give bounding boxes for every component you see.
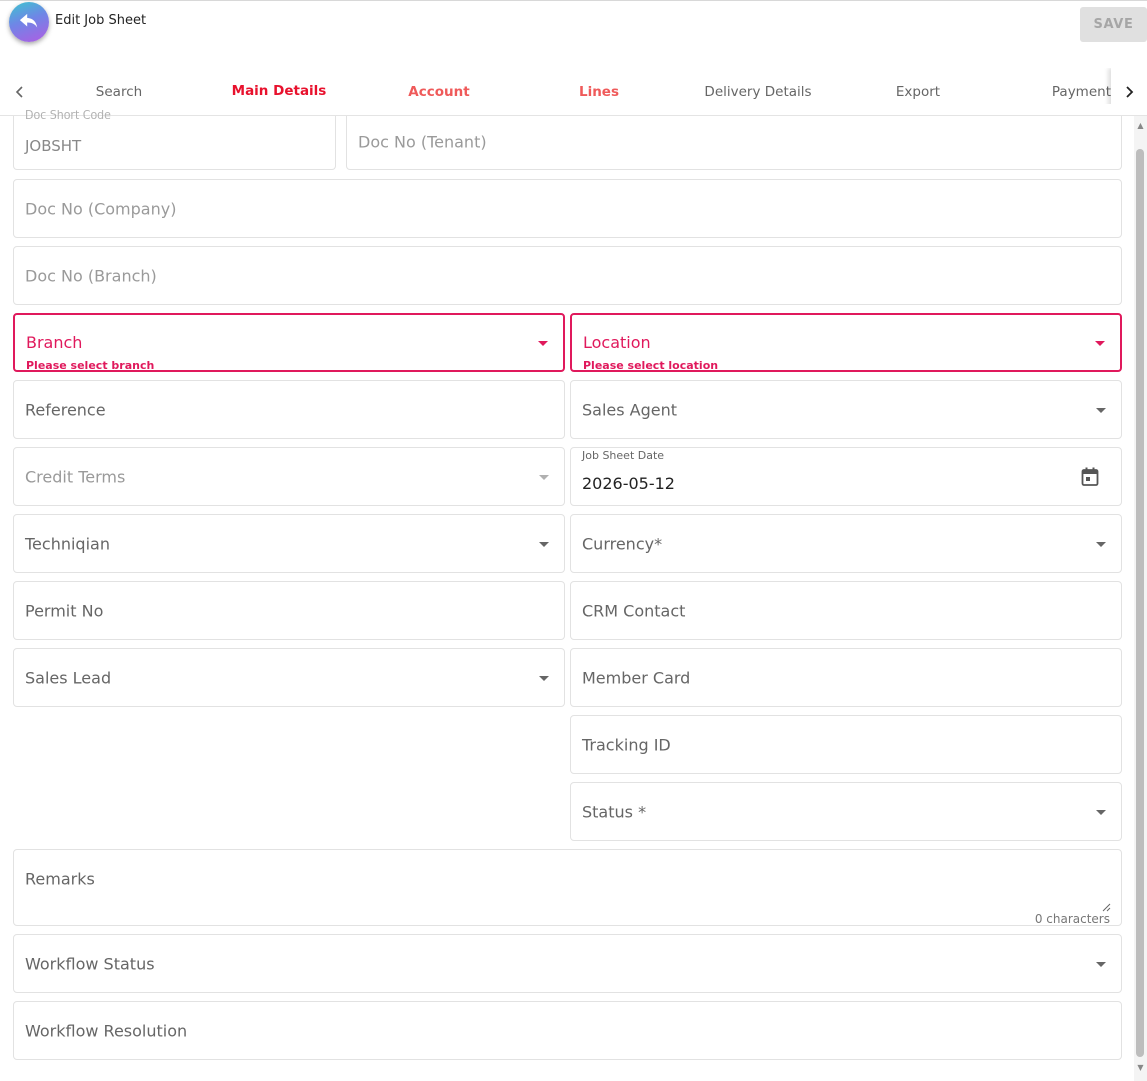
location-label: Location <box>583 333 651 352</box>
chevron-down-icon <box>1096 407 1106 413</box>
chevron-right-icon <box>1126 85 1134 98</box>
workflow-resolution-label: Workflow Resolution <box>25 1021 188 1040</box>
crm-contact-label: CRM Contact <box>582 601 686 620</box>
tab-divider <box>0 115 1133 116</box>
tracking-id-field[interactable]: Tracking ID <box>570 715 1122 774</box>
status-label: Status * <box>582 802 647 821</box>
remarks-label: Remarks <box>25 869 95 889</box>
reference-label: Reference <box>25 400 106 419</box>
page-title: Edit Job Sheet <box>55 13 147 28</box>
back-button[interactable] <box>9 2 49 42</box>
sales-lead-label: Sales Lead <box>25 668 112 687</box>
status-select[interactable]: Status * <box>570 782 1122 841</box>
job-sheet-date-label: Job Sheet Date <box>582 449 665 462</box>
undo-arrow-icon <box>19 13 38 28</box>
sales-agent-label: Sales Agent <box>582 400 678 419</box>
doc-no-branch-field[interactable]: Doc No (Branch) <box>13 246 1122 305</box>
branch-label: Branch <box>26 333 83 352</box>
save-button[interactable]: SAVE <box>1080 7 1147 42</box>
chevron-down-icon <box>1096 809 1106 815</box>
branch-error-message: Please select branch <box>26 359 155 372</box>
member-card-label: Member Card <box>582 668 691 687</box>
remarks-textarea[interactable]: Remarks 0 characters <box>13 849 1122 926</box>
technician-select[interactable]: Techniqian <box>13 514 565 573</box>
workflow-status-select[interactable]: Workflow Status <box>13 934 1122 993</box>
resize-handle-icon[interactable] <box>1101 902 1111 912</box>
permit-no-field[interactable]: Permit No <box>13 581 565 640</box>
doc-no-company-label: Doc No (Company) <box>25 199 177 218</box>
chevron-down-icon <box>1096 961 1106 967</box>
location-error-message: Please select location <box>583 359 719 372</box>
tracking-id-label: Tracking ID <box>582 735 671 754</box>
scroll-up-arrow-icon[interactable]: ▲ <box>1134 118 1147 132</box>
chevron-down-icon <box>1096 541 1106 547</box>
crm-contact-field[interactable]: CRM Contact <box>570 581 1122 640</box>
technician-label: Techniqian <box>25 534 110 553</box>
remarks-char-count: 0 characters <box>1034 912 1110 926</box>
calendar-icon[interactable] <box>1081 467 1099 487</box>
job-sheet-date-field[interactable]: Job Sheet Date 2026-05-12 <box>570 447 1122 506</box>
vertical-scrollbar[interactable]: ▲ ▼ <box>1134 116 1147 1081</box>
top-bar: Edit Job Sheet SAVE <box>0 0 1147 64</box>
doc-no-tenant-label: Doc No (Tenant) <box>358 132 487 152</box>
sales-agent-select[interactable]: Sales Agent <box>570 380 1122 439</box>
credit-terms-select[interactable]: Credit Terms <box>13 447 565 506</box>
chevron-down-icon <box>539 675 549 681</box>
reference-field[interactable]: Reference <box>13 380 565 439</box>
member-card-field[interactable]: Member Card <box>570 648 1122 707</box>
sales-lead-select[interactable]: Sales Lead <box>13 648 565 707</box>
scrollbar-thumb[interactable] <box>1136 149 1144 1057</box>
workflow-status-label: Workflow Status <box>25 954 155 973</box>
credit-terms-label: Credit Terms <box>25 467 126 486</box>
chevron-left-icon <box>15 85 23 98</box>
branch-select[interactable]: Branch Please select branch <box>13 313 565 372</box>
doc-no-branch-label: Doc No (Branch) <box>25 266 157 285</box>
chevron-down-icon <box>538 340 548 346</box>
job-sheet-date-value: 2026-05-12 <box>582 474 675 493</box>
doc-short-code-value: JOBSHT <box>25 137 82 155</box>
workflow-resolution-field[interactable]: Workflow Resolution <box>13 1001 1122 1060</box>
chevron-down-icon <box>1095 340 1105 346</box>
permit-no-label: Permit No <box>25 601 104 620</box>
doc-short-code-clipped-label: Doc Short Code <box>25 109 111 116</box>
doc-no-company-field[interactable]: Doc No (Company) <box>13 179 1122 238</box>
currency-select[interactable]: Currency* <box>570 514 1122 573</box>
currency-label: Currency* <box>582 534 663 553</box>
location-select[interactable]: Location Please select location <box>570 313 1122 372</box>
chevron-down-icon <box>539 474 549 480</box>
scroll-down-arrow-icon[interactable]: ▼ <box>1134 1060 1147 1074</box>
chevron-down-icon <box>539 541 549 547</box>
